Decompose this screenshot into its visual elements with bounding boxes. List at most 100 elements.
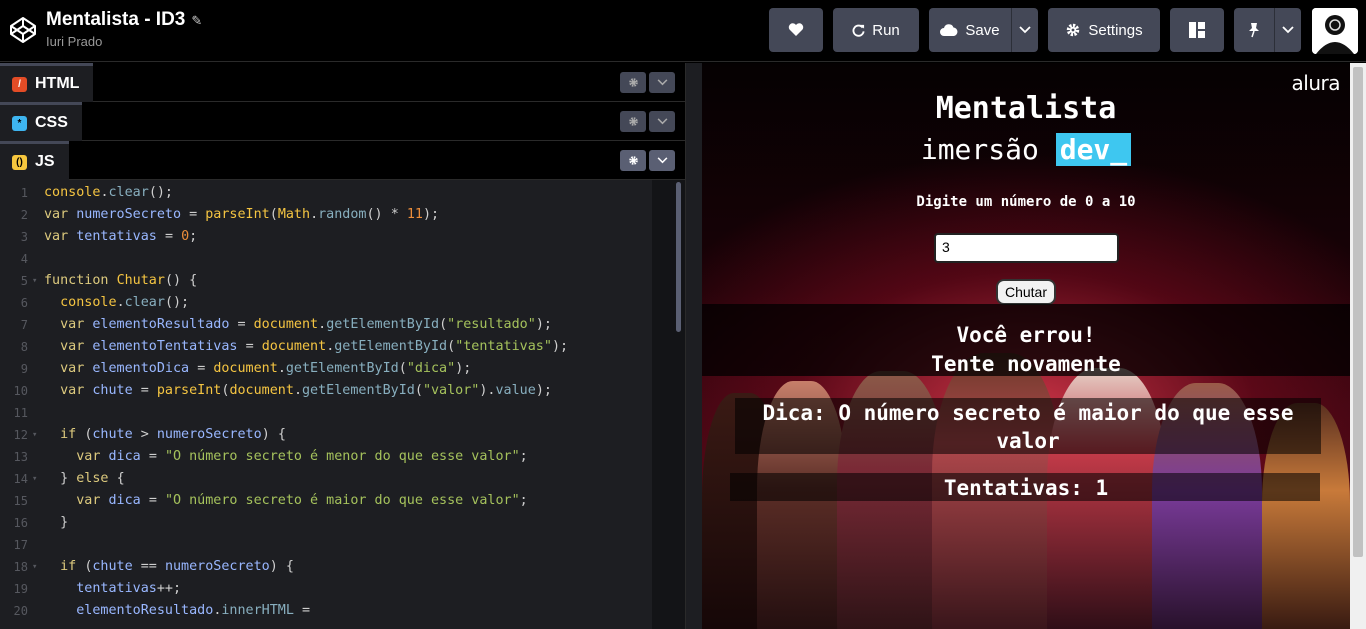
js-editor-header: () JS xyxy=(0,141,685,180)
line-number: 15 xyxy=(13,494,28,508)
tab-css[interactable]: * CSS xyxy=(0,102,82,141)
line-number-gutter: 1 2 3 4 5 ▾ 6 7 8 9 10 11 12 ▾ 13 14 ▾ 15 16 17 18 ▾ 19 20 xyxy=(0,180,40,629)
pin-dropdown-button[interactable] xyxy=(1275,8,1301,52)
app-title: Mentalista xyxy=(935,91,1117,126)
edit-pencil-icon[interactable]: ✎ xyxy=(191,13,202,28)
js-code-editor[interactable]: 1 2 3 4 5 ▾ 6 7 8 9 10 11 12 ▾ 13 14 ▾ 15 16 17 18 ▾ 19 20 cons… xyxy=(0,180,685,629)
layout-icon xyxy=(1189,22,1205,38)
line-number: 14 xyxy=(13,472,28,486)
code-line[interactable]: var dica = "O número secreto é maior do … xyxy=(44,493,527,508)
run-label: Run xyxy=(872,21,900,39)
html-badge-icon: / xyxy=(12,76,27,92)
chevron-down-icon xyxy=(1282,26,1294,34)
line-number: 1 xyxy=(20,186,28,200)
result-message: Você errou! Tente novamente xyxy=(702,321,1350,379)
dev-tag: dev_ xyxy=(1055,133,1132,166)
code-line[interactable]: function Chutar() { xyxy=(44,273,197,288)
line-number: 16 xyxy=(13,516,28,530)
tab-js-label: JS xyxy=(35,153,55,170)
pen-title[interactable]: Mentalista - ID3 ✎ xyxy=(46,9,202,31)
code-line[interactable]: console.clear(); xyxy=(44,185,173,200)
code-line[interactable]: var elementoTentativas = document.getEle… xyxy=(44,339,568,354)
code-line[interactable]: var dica = "O número secreto é menor do … xyxy=(44,449,527,464)
chevron-down-icon xyxy=(1019,26,1031,34)
code-line[interactable]: } xyxy=(44,515,68,530)
tab-html[interactable]: / HTML xyxy=(0,63,94,102)
line-number: 8 xyxy=(20,340,28,354)
settings-button[interactable]: Settings xyxy=(1048,8,1160,52)
code-line[interactable]: var numeroSecreto = parseInt(Math.random… xyxy=(44,207,439,222)
html-editor-header: / HTML xyxy=(0,63,685,102)
html-collapse-button[interactable] xyxy=(649,72,675,93)
code-line[interactable]: } else { xyxy=(44,471,125,486)
pin-button[interactable] xyxy=(1234,8,1274,52)
js-settings-button[interactable] xyxy=(620,150,646,171)
cloud-icon xyxy=(940,24,958,36)
code-line[interactable]: if (chute == numeroSecreto) { xyxy=(44,559,294,574)
chevron-down-icon xyxy=(657,157,667,164)
code-scrollbar[interactable] xyxy=(652,180,685,629)
code-line[interactable]: console.clear(); xyxy=(44,295,189,310)
tab-js[interactable]: () JS xyxy=(0,141,69,180)
code-scrollbar-thumb[interactable] xyxy=(676,182,681,332)
fold-arrow-icon[interactable]: ▾ xyxy=(32,562,37,572)
css-collapse-button[interactable] xyxy=(649,111,675,132)
gear-icon xyxy=(1067,23,1080,37)
resize-handle[interactable] xyxy=(685,63,702,629)
js-collapse-button[interactable] xyxy=(649,150,675,171)
guess-prompt: Digite um número de 0 a 10 xyxy=(916,194,1136,210)
line-number: 13 xyxy=(13,450,28,464)
refresh-icon xyxy=(852,24,865,37)
html-settings-button[interactable] xyxy=(620,72,646,93)
tab-css-label: CSS xyxy=(35,114,68,131)
css-editor-header: * CSS xyxy=(0,102,685,141)
save-dropdown-button[interactable] xyxy=(1012,8,1038,52)
save-label: Save xyxy=(965,21,1000,39)
tab-html-label: HTML xyxy=(35,75,80,92)
line-number: 9 xyxy=(20,362,28,376)
line-number: 7 xyxy=(20,318,28,332)
line-number: 2 xyxy=(20,208,28,222)
layout-button[interactable] xyxy=(1170,8,1224,52)
save-button[interactable]: Save xyxy=(929,8,1011,52)
chevron-down-icon xyxy=(657,79,667,86)
fold-arrow-icon[interactable]: ▾ xyxy=(32,276,37,286)
css-settings-button[interactable] xyxy=(620,111,646,132)
subtitle-prefix: imersão xyxy=(920,133,1039,166)
result-preview: alura Mentalista imersão dev_ Digite um … xyxy=(702,63,1350,629)
line-number: 18 xyxy=(13,560,28,574)
chevron-down-icon xyxy=(657,118,667,125)
code-line[interactable]: var elementoResultado = document.getElem… xyxy=(44,317,552,332)
code-line[interactable]: tentativas++; xyxy=(44,581,181,596)
user-avatar[interactable] xyxy=(1312,8,1358,54)
codepen-logo-icon[interactable] xyxy=(8,15,38,45)
pen-author[interactable]: Iuri Prado xyxy=(46,34,102,49)
gear-icon xyxy=(628,156,638,165)
line-number: 19 xyxy=(13,582,28,596)
result-line-1: Você errou! xyxy=(956,323,1096,347)
love-button[interactable] xyxy=(769,8,823,52)
preview-scrollbar-thumb[interactable] xyxy=(1353,67,1363,557)
editors-panel: / HTML * CSS () JS 1 2 3 4 5 ▾ 6 7 8 9 10 11 12 ▾ 13 14… xyxy=(0,63,685,629)
code-line[interactable]: var chute = parseInt(document.getElement… xyxy=(44,383,552,398)
code-line[interactable]: var tentativas = 0; xyxy=(44,229,197,244)
chutar-button[interactable]: Chutar xyxy=(996,279,1056,305)
fold-arrow-icon[interactable]: ▾ xyxy=(32,474,37,484)
run-button[interactable]: Run xyxy=(833,8,919,52)
line-number: 11 xyxy=(13,406,28,420)
line-number: 4 xyxy=(20,252,28,266)
preview-scrollbar[interactable] xyxy=(1350,63,1366,629)
fold-arrow-icon[interactable]: ▾ xyxy=(32,430,37,440)
dica-message: Dica: O número secreto é maior do que es… xyxy=(762,401,1294,453)
tentativas-message: Tentativas: 1 xyxy=(943,476,1109,500)
line-number: 6 xyxy=(20,296,28,310)
guess-input[interactable]: 3 xyxy=(934,233,1119,263)
pin-icon xyxy=(1249,23,1259,38)
code-line[interactable]: elementoResultado.innerHTML = xyxy=(44,603,310,618)
app-subtitle: imersão dev_ xyxy=(702,133,1350,166)
line-number: 17 xyxy=(13,538,28,552)
line-number: 10 xyxy=(13,384,28,398)
line-number: 20 xyxy=(13,604,28,618)
code-line[interactable]: if (chute > numeroSecreto) { xyxy=(44,427,286,442)
code-line[interactable]: var elementoDica = document.getElementBy… xyxy=(44,361,471,376)
